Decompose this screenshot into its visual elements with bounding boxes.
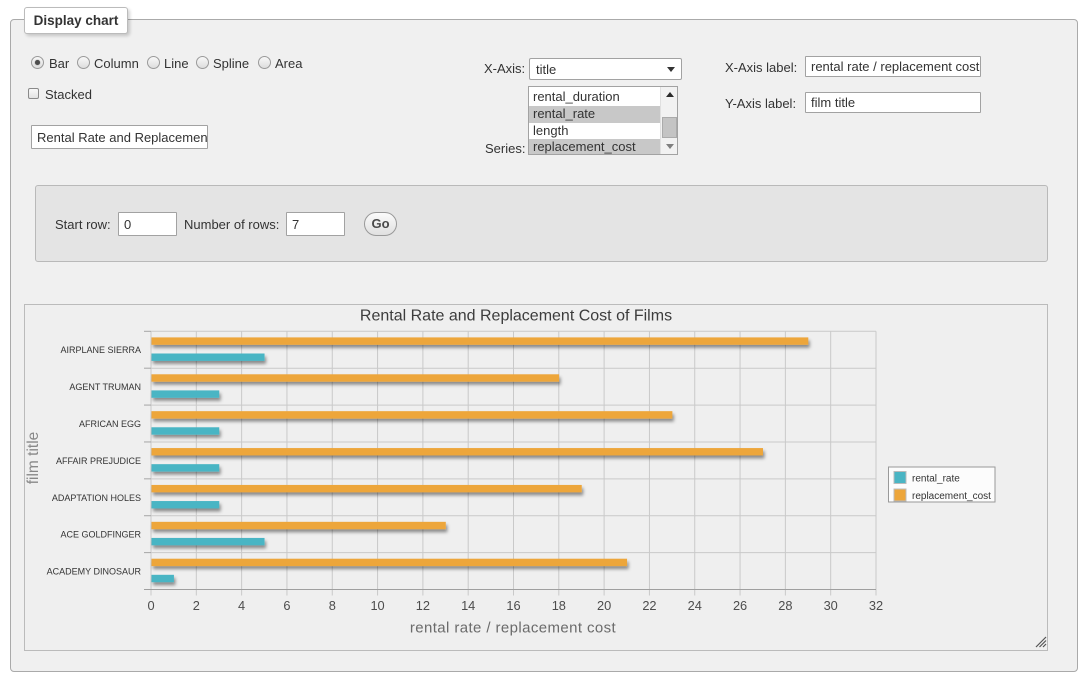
svg-text:10: 10 <box>370 598 384 613</box>
svg-text:30: 30 <box>824 598 838 613</box>
svg-text:rental_rate: rental_rate <box>912 474 960 485</box>
svg-text:28: 28 <box>778 598 792 613</box>
svg-text:Rental Rate and Replacement Co: Rental Rate and Replacement Cost of Film… <box>360 308 672 325</box>
svg-text:24: 24 <box>688 598 702 613</box>
svg-text:AFFAIR PREJUDICE: AFFAIR PREJUDICE <box>56 456 141 466</box>
svg-text:18: 18 <box>552 598 566 613</box>
svg-text:14: 14 <box>461 598 475 613</box>
svg-text:2: 2 <box>193 598 200 613</box>
svg-text:rental rate / replacement cost: rental rate / replacement cost <box>410 620 617 637</box>
svg-text:4: 4 <box>238 598 245 613</box>
svg-text:film title: film title <box>25 432 42 485</box>
svg-text:12: 12 <box>416 598 430 613</box>
svg-text:16: 16 <box>506 598 520 613</box>
svg-text:ACADEMY DINOSAUR: ACADEMY DINOSAUR <box>47 567 142 577</box>
svg-text:AGENT TRUMAN: AGENT TRUMAN <box>69 382 141 392</box>
svg-text:32: 32 <box>869 598 883 613</box>
svg-text:ACE GOLDFINGER: ACE GOLDFINGER <box>60 530 141 540</box>
svg-text:AFRICAN EGG: AFRICAN EGG <box>79 419 141 429</box>
svg-text:8: 8 <box>329 598 336 613</box>
svg-text:0: 0 <box>147 598 154 613</box>
svg-text:6: 6 <box>283 598 290 613</box>
svg-text:AIRPLANE SIERRA: AIRPLANE SIERRA <box>60 345 141 355</box>
svg-text:ADAPTATION HOLES: ADAPTATION HOLES <box>52 493 141 503</box>
svg-text:replacement_cost: replacement_cost <box>912 491 991 502</box>
svg-text:20: 20 <box>597 598 611 613</box>
svg-text:22: 22 <box>642 598 656 613</box>
svg-text:26: 26 <box>733 598 747 613</box>
